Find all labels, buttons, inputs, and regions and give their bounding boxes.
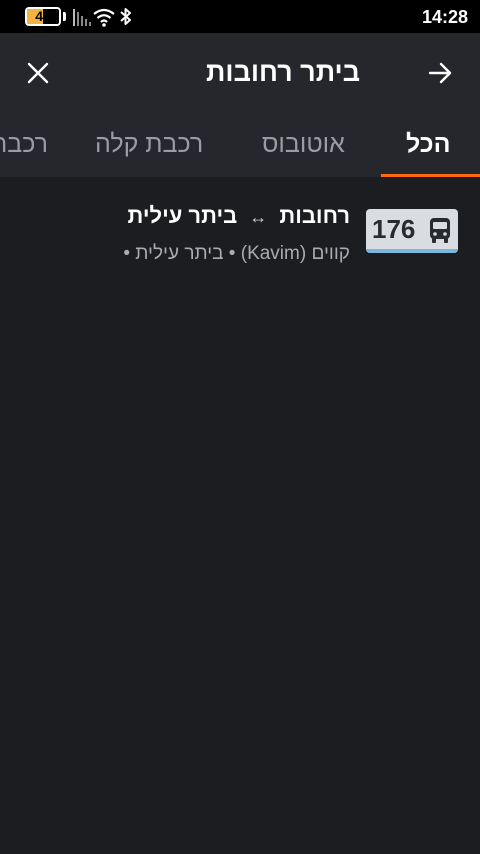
tab-light-rail[interactable]: רכבת קלה bbox=[95, 111, 203, 177]
route-to: רחובות bbox=[279, 203, 350, 228]
tab-bus[interactable]: אוטובוס bbox=[262, 111, 345, 177]
route-subtitle: קווים (Kavim) • ביתר עילית • bbox=[123, 243, 350, 264]
wifi-icon bbox=[93, 8, 115, 27]
battery-icon: 49 bbox=[25, 7, 61, 26]
battery-tip bbox=[63, 12, 66, 21]
tab-bar: הכל אוטובוס רכבת קלה רכבת bbox=[0, 111, 480, 177]
list-item[interactable]: 176 רחובות ↔ ביתר עילית קווים (Kavim) • … bbox=[0, 177, 480, 277]
line-badge: 176 bbox=[366, 209, 458, 253]
cellular-signal-icon bbox=[73, 9, 91, 26]
bus-icon bbox=[430, 218, 450, 243]
tab-train[interactable]: רכבת bbox=[0, 111, 48, 177]
status-bar: 49 14:28 bbox=[0, 0, 480, 33]
line-number: 176 bbox=[372, 214, 416, 244]
close-icon bbox=[27, 62, 49, 84]
line-badge-bar bbox=[366, 249, 458, 253]
route-title: רחובות ↔ ביתר עילית bbox=[128, 203, 351, 229]
clock: 14:28 bbox=[421, 7, 468, 27]
arrow-right-icon bbox=[428, 62, 452, 84]
close-button[interactable] bbox=[18, 53, 58, 93]
route-separator: ↔ bbox=[249, 207, 268, 227]
bluetooth-icon bbox=[120, 8, 131, 25]
route-from: ביתר עילית bbox=[127, 203, 238, 228]
page-title: ביתר רחובות bbox=[206, 57, 360, 87]
battery-level: 49 bbox=[35, 8, 51, 24]
back-button[interactable] bbox=[420, 53, 460, 93]
tab-all[interactable]: הכל bbox=[406, 111, 451, 177]
toolbar: ביתר רחובות bbox=[0, 33, 480, 111]
